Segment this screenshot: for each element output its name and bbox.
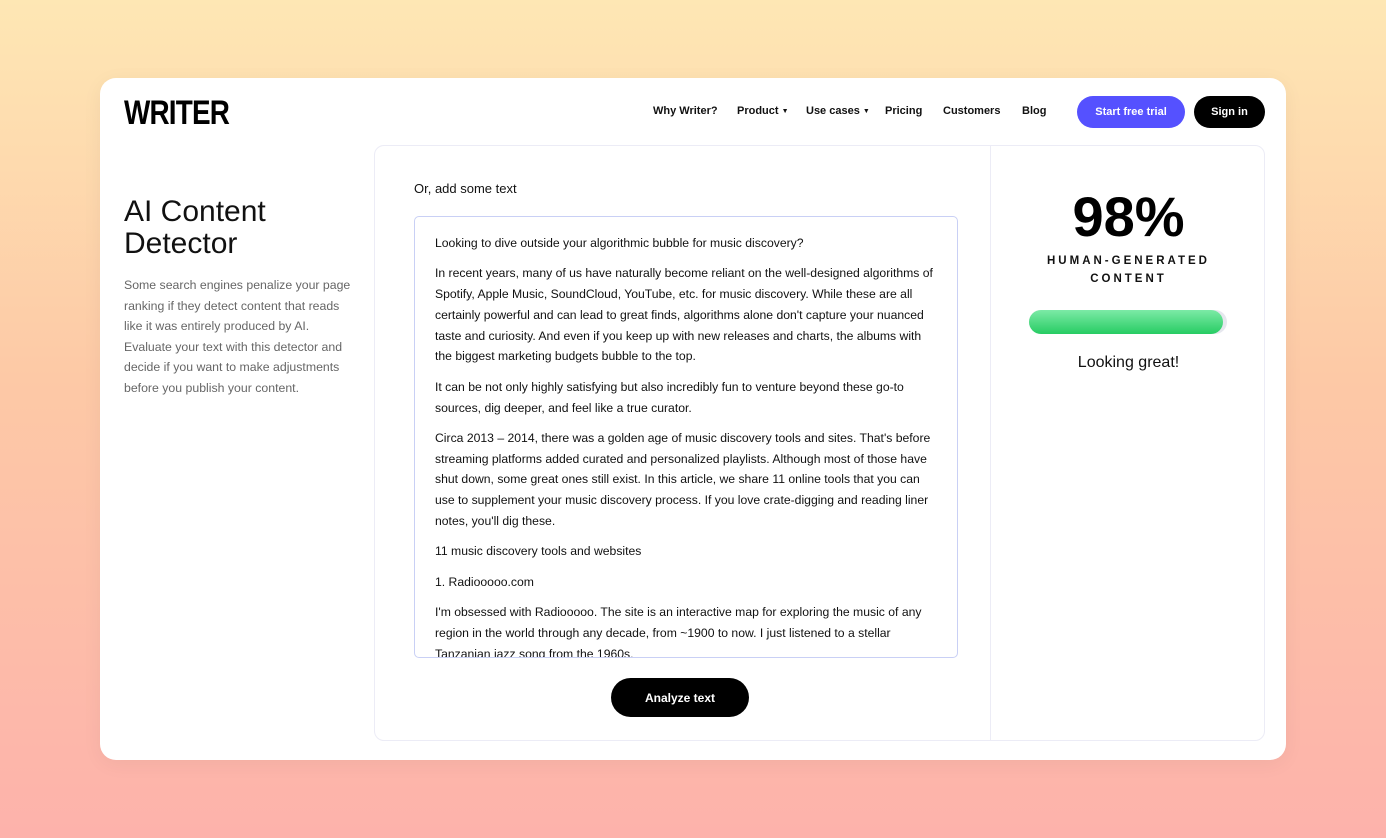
nav-label[interactable]: Pricing (885, 105, 922, 117)
text-input-area[interactable]: Looking to dive outside your algorithmic… (414, 216, 958, 658)
nav-use-cases[interactable]: Use cases ▼ (806, 105, 870, 117)
paragraph: 11 music discovery tools and websites (435, 544, 642, 559)
score-progress-bar (1029, 310, 1227, 334)
page-title: AI Content Detector (124, 195, 266, 260)
paragraph: Circa 2013 – 2014, there was a golden ag… (435, 430, 931, 529)
paragraph: I'm obsessed with Radiooooo. The site is… (435, 604, 922, 658)
caption-text: HUMAN-GENERATED CONTENT (1047, 255, 1210, 285)
nav-label[interactable]: Use cases (806, 105, 860, 117)
nav-customers[interactable]: Customers (943, 105, 1000, 117)
score-percent: 98% (1072, 185, 1185, 248)
paragraph: Looking to dive outside your algorithmic… (435, 236, 804, 250)
caret-down-icon: ▼ (862, 107, 870, 115)
nav-why-writer[interactable]: Why Writer? (653, 105, 718, 117)
nav-label[interactable]: Customers (943, 105, 1000, 117)
start-free-trial-button[interactable]: Start free trial (1077, 96, 1185, 128)
score-message: Looking great! (1077, 354, 1180, 371)
nav-product[interactable]: Product ▼ (737, 105, 789, 117)
analyze-text-button[interactable]: Analyze text (611, 678, 749, 717)
nav-pricing[interactable]: Pricing (885, 105, 922, 117)
caret-down-icon: ▼ (781, 107, 789, 115)
nav-label[interactable]: Product (737, 105, 779, 117)
page-description: Some search engines penalize your page r… (124, 278, 351, 395)
paragraph: It can be not only highly satisfying but… (435, 379, 904, 415)
detector-panel: Or, add some text Looking to dive outsid… (374, 145, 1265, 741)
paragraph: 1. Radiooooo.com (435, 574, 534, 589)
nav-blog[interactable]: Blog (1022, 105, 1046, 117)
main-card: WRITER Why Writer? Product ▼ Use cases ▼ P… (100, 78, 1286, 760)
nav-label[interactable]: Why Writer? (653, 105, 718, 117)
nav-label[interactable]: Blog (1022, 105, 1046, 117)
paragraph: In recent years, many of us have natural… (435, 266, 933, 364)
score-progress-fill (1029, 310, 1224, 334)
writer-logo[interactable]: WRITER (124, 94, 230, 133)
sign-in-button[interactable]: Sign in (1194, 96, 1265, 128)
score-caption: HUMAN-GENERATED CONTENT (991, 252, 1266, 288)
text-input-label: Or, add some text (414, 181, 517, 196)
